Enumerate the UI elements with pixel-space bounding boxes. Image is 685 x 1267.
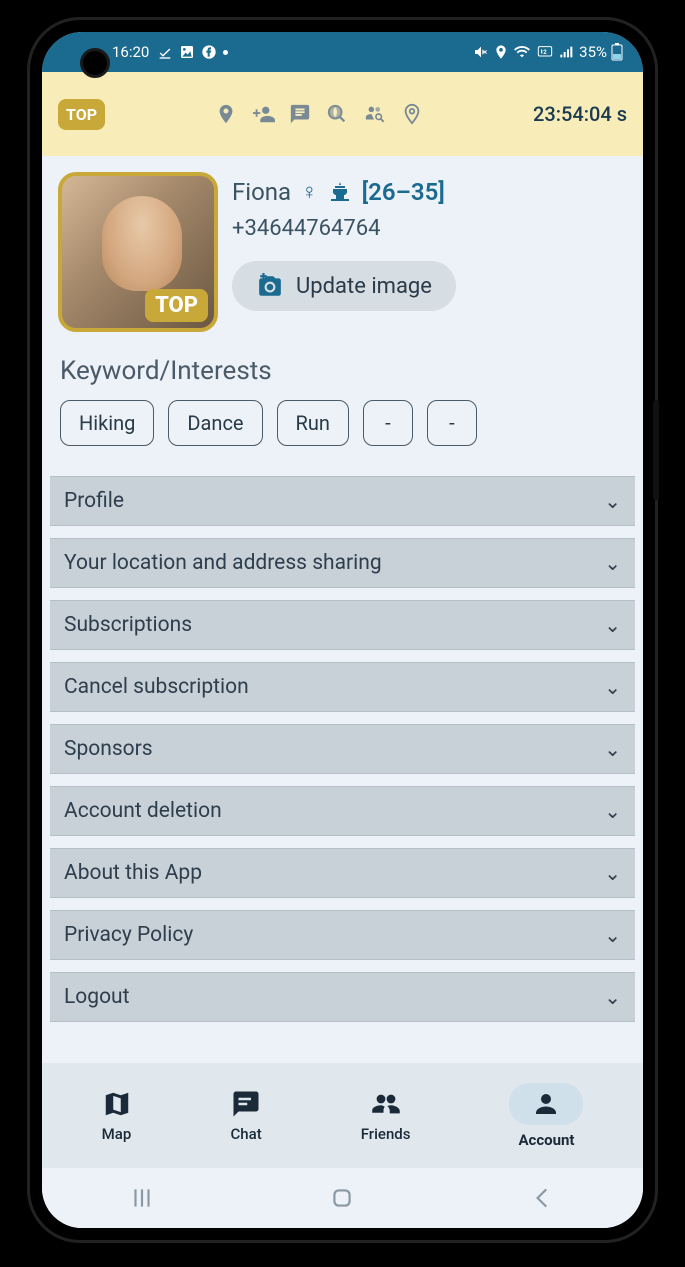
update-image-label: Update image bbox=[296, 274, 432, 299]
people-search-icon[interactable] bbox=[363, 103, 387, 125]
chip-empty-2[interactable]: - bbox=[427, 400, 477, 446]
dot-icon bbox=[223, 50, 228, 55]
chevron-down-icon: ⌄ bbox=[604, 489, 621, 513]
accordion-sponsors[interactable]: Sponsors ⌄ bbox=[50, 724, 635, 774]
nav-label: Account bbox=[518, 1131, 574, 1149]
nav-friends[interactable]: Friends bbox=[345, 1081, 427, 1151]
age-range: [26–35] bbox=[362, 178, 445, 206]
chevron-down-icon: ⌄ bbox=[604, 923, 621, 947]
accordion-label: Privacy Policy bbox=[64, 923, 193, 947]
pin-icon[interactable] bbox=[215, 103, 237, 125]
nav-label: Friends bbox=[361, 1125, 411, 1143]
status-right: 2 35% bbox=[473, 43, 623, 61]
map-icon bbox=[102, 1089, 132, 1119]
gender-female-icon: ♀ bbox=[301, 179, 318, 205]
accordion-profile[interactable]: Profile ⌄ bbox=[50, 476, 635, 526]
chip-empty-1[interactable]: - bbox=[363, 400, 413, 446]
top-badge[interactable]: TOP bbox=[58, 99, 105, 130]
location-icon bbox=[493, 44, 509, 60]
chip-run[interactable]: Run bbox=[277, 400, 349, 446]
chevron-down-icon: ⌄ bbox=[604, 675, 621, 699]
accordion-label: Logout bbox=[64, 985, 130, 1009]
wifi-icon bbox=[513, 44, 531, 60]
accordion-list: Profile ⌄ Your location and address shari… bbox=[50, 476, 635, 1022]
status-bar: 16:20 2 35% bbox=[42, 32, 643, 72]
image-icon bbox=[179, 44, 195, 60]
signal-icon bbox=[559, 44, 575, 60]
svg-text:2: 2 bbox=[543, 49, 547, 56]
bottom-nav: Map Chat Friends Account bbox=[42, 1063, 643, 1168]
mute-icon bbox=[473, 44, 489, 60]
back-button[interactable] bbox=[530, 1185, 556, 1211]
chip-dance[interactable]: Dance bbox=[168, 400, 262, 446]
accordion-account-deletion[interactable]: Account deletion ⌄ bbox=[50, 786, 635, 836]
accordion-label: Cancel subscription bbox=[64, 675, 249, 699]
globe-search-icon[interactable] bbox=[325, 103, 349, 125]
status-time: 16:20 bbox=[112, 43, 149, 61]
profile-name-row: Fiona ♀ [26–35] bbox=[232, 178, 627, 206]
side-button bbox=[653, 400, 659, 500]
interest-chips: Hiking Dance Run - - bbox=[50, 400, 635, 446]
interests-title: Keyword/Interests bbox=[60, 356, 635, 386]
chevron-down-icon: ⌄ bbox=[604, 799, 621, 823]
nav-account[interactable]: Account bbox=[493, 1075, 599, 1157]
add-person-icon[interactable] bbox=[251, 103, 275, 125]
accordion-label: Subscriptions bbox=[64, 613, 192, 637]
chip-hiking[interactable]: Hiking bbox=[60, 400, 154, 446]
birthday-cake-icon bbox=[328, 180, 352, 204]
battery-percent: 35% bbox=[579, 43, 607, 61]
accordion-privacy[interactable]: Privacy Policy ⌄ bbox=[50, 910, 635, 960]
chat-icon bbox=[231, 1089, 261, 1119]
pin-outline-icon[interactable] bbox=[401, 103, 423, 125]
checkmark-icon bbox=[157, 44, 173, 60]
front-camera bbox=[80, 48, 110, 78]
update-image-button[interactable]: Update image bbox=[232, 261, 456, 311]
phone-frame: 16:20 2 35% TOP bbox=[30, 20, 655, 1240]
accordion-logout[interactable]: Logout ⌄ bbox=[50, 972, 635, 1022]
battery-icon bbox=[611, 43, 623, 61]
profile-info: Fiona ♀ [26–35] +34644764764 Update imag… bbox=[232, 172, 627, 332]
chevron-down-icon: ⌄ bbox=[604, 985, 621, 1009]
status-icons-left bbox=[157, 44, 228, 60]
friends-icon bbox=[369, 1089, 403, 1119]
profile-name: Fiona bbox=[232, 178, 291, 206]
phone-number: +34644764764 bbox=[232, 216, 627, 241]
chevron-down-icon: ⌄ bbox=[604, 613, 621, 637]
avatar[interactable]: TOP bbox=[58, 172, 218, 332]
chat2-icon[interactable] bbox=[289, 103, 311, 125]
home-button[interactable] bbox=[329, 1185, 355, 1211]
content[interactable]: TOP Fiona ♀ [26–35] +34644764764 Upda bbox=[42, 156, 643, 1063]
accordion-label: About this App bbox=[64, 861, 202, 885]
header-timer: 23:54:04 s bbox=[533, 102, 627, 126]
chevron-down-icon: ⌄ bbox=[604, 737, 621, 761]
app-header: TOP 23:54:04 s bbox=[42, 72, 643, 156]
accordion-label: Sponsors bbox=[64, 737, 153, 761]
nav-map[interactable]: Map bbox=[86, 1081, 148, 1151]
accordion-subscriptions[interactable]: Subscriptions ⌄ bbox=[50, 600, 635, 650]
accordion-label: Your location and address sharing bbox=[64, 551, 382, 575]
status-left: 16:20 bbox=[112, 43, 228, 61]
nav-label: Chat bbox=[231, 1125, 262, 1143]
profile-row: TOP Fiona ♀ [26–35] +34644764764 Upda bbox=[50, 172, 635, 332]
accordion-location[interactable]: Your location and address sharing ⌄ bbox=[50, 538, 635, 588]
chevron-down-icon: ⌄ bbox=[604, 551, 621, 575]
camera-plus-icon bbox=[256, 273, 284, 299]
header-icons bbox=[215, 103, 423, 125]
system-nav bbox=[42, 1168, 643, 1228]
nav-chat[interactable]: Chat bbox=[215, 1081, 278, 1151]
accordion-about[interactable]: About this App ⌄ bbox=[50, 848, 635, 898]
accordion-label: Profile bbox=[64, 489, 124, 513]
avatar-top-badge: TOP bbox=[145, 289, 208, 322]
volte-icon: 2 bbox=[535, 44, 555, 60]
screen: 16:20 2 35% TOP bbox=[42, 32, 643, 1228]
recent-apps-button[interactable] bbox=[129, 1185, 155, 1211]
account-icon bbox=[509, 1083, 583, 1125]
accordion-label: Account deletion bbox=[64, 799, 222, 823]
facebook-icon bbox=[201, 44, 217, 60]
accordion-cancel-subscription[interactable]: Cancel subscription ⌄ bbox=[50, 662, 635, 712]
nav-label: Map bbox=[102, 1125, 132, 1143]
chevron-down-icon: ⌄ bbox=[604, 861, 621, 885]
